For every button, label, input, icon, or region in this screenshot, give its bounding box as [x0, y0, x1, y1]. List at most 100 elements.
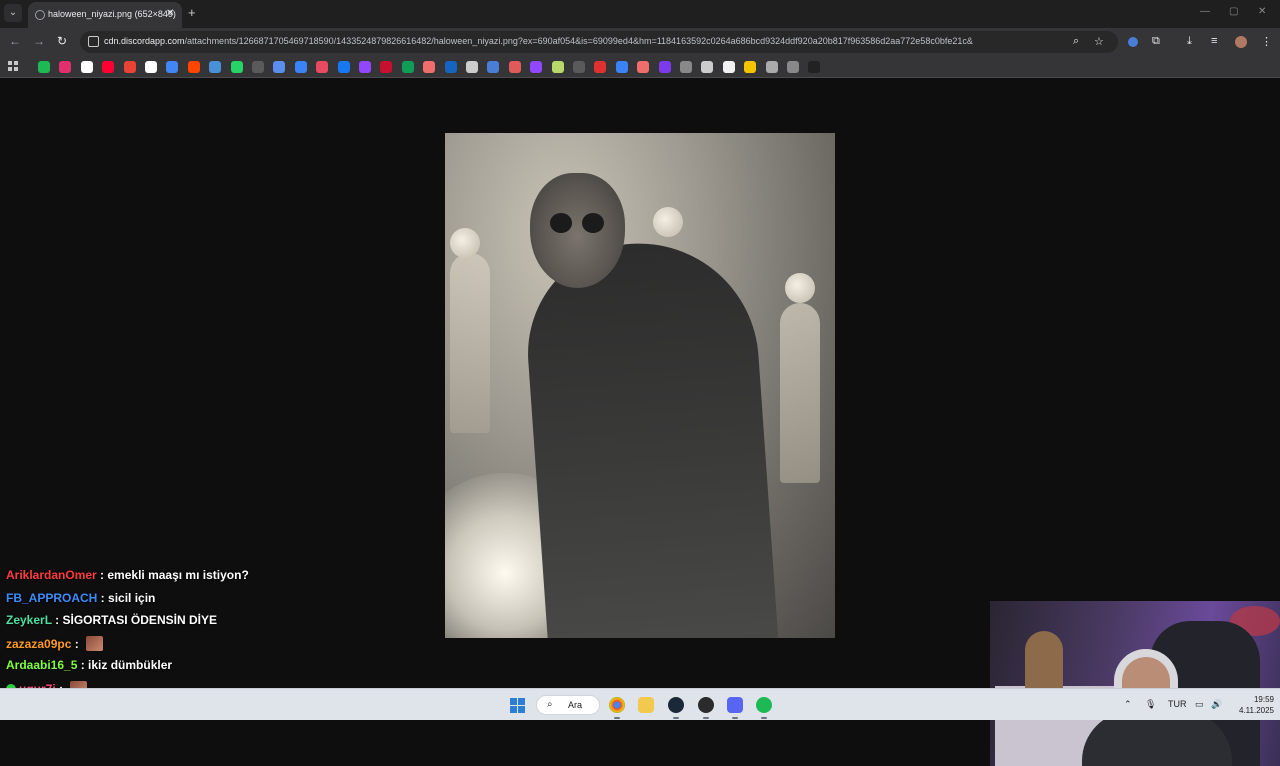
- chat-message: AriklardanOmer : emekli maaşı mı istiyon…: [6, 568, 249, 582]
- url-path: /attachments/1266871705469718590/1433524…: [184, 36, 973, 46]
- close-window-button[interactable]: ✕: [1258, 6, 1266, 17]
- browser-tab-strip: ⌄ haloween_niyazi.png (652×849) ✕ + — ▢ …: [0, 0, 1280, 28]
- clock-date: 4.11.2025: [1239, 706, 1274, 715]
- volume-icon[interactable]: 🔊: [1211, 699, 1222, 710]
- browser-tab-active[interactable]: haloween_niyazi.png (652×849) ✕: [28, 2, 182, 28]
- search-icon: ⌕: [547, 699, 553, 710]
- bookmark-favicon-icon[interactable]: [637, 61, 650, 73]
- download-icon[interactable]: ⤓: [1187, 35, 1192, 48]
- maximize-button[interactable]: ▢: [1229, 6, 1238, 17]
- windows-start-icon[interactable]: [510, 698, 525, 713]
- search-label: Ara: [568, 700, 583, 710]
- bookmark-favicon-icon[interactable]: [359, 61, 371, 73]
- chat-text: SİGORTASI ÖDENSİN DİYE: [62, 613, 217, 627]
- bookmark-favicon-icon[interactable]: [80, 61, 93, 73]
- clock[interactable]: 19:59 4.11.2025: [1230, 694, 1274, 716]
- discord-icon[interactable]: [727, 697, 743, 713]
- image-viewer: [0, 78, 1280, 766]
- input-language[interactable]: TUR: [1168, 699, 1187, 709]
- minimize-button[interactable]: —: [1200, 6, 1210, 17]
- windows-taskbar: ⌕ Ara ⌃ 🎙 TUR ▭ 🔊 19:59 4.11.2025: [0, 688, 1280, 720]
- new-tab-button[interactable]: +: [188, 5, 196, 20]
- apps-grid-icon[interactable]: [8, 61, 19, 72]
- spotify-icon[interactable]: [756, 697, 772, 713]
- bookmark-favicon-icon[interactable]: [102, 61, 115, 73]
- tab-search-button[interactable]: ⌄: [4, 4, 22, 22]
- taskbar-search[interactable]: ⌕ Ara: [536, 695, 600, 715]
- extension-icon[interactable]: [1128, 37, 1138, 47]
- bookmark-favicon-icon[interactable]: [316, 61, 329, 73]
- bookmark-favicon-icon[interactable]: [466, 61, 478, 73]
- steam-icon[interactable]: [668, 697, 684, 713]
- bookmark-favicon-icon[interactable]: [423, 61, 436, 73]
- chat-message: ZeykerL : SİGORTASI ÖDENSİN DİYE: [6, 613, 217, 627]
- tab-title: haloween_niyazi.png (652×849): [48, 9, 176, 19]
- chat-text: emekli maaşı mı istiyon?: [107, 568, 249, 582]
- bookmark-favicon-icon[interactable]: [337, 61, 350, 73]
- chrome-app-icon[interactable]: [609, 697, 625, 713]
- forward-icon[interactable]: →: [33, 34, 45, 48]
- bookmark-favicon-icon[interactable]: [230, 61, 243, 73]
- webcam-overlay: [990, 601, 1280, 766]
- bookmark-favicon-icon[interactable]: [765, 61, 778, 73]
- bookmark-favicon-icon[interactable]: [273, 61, 286, 73]
- url-text[interactable]: cdn.discordapp.com/attachments/126687170…: [104, 36, 973, 46]
- bookmark-favicon-icon[interactable]: [187, 61, 200, 73]
- tray-overflow-icon[interactable]: ⌃: [1124, 699, 1132, 710]
- chat-message: zazaza09pc :: [6, 635, 104, 654]
- bookmark-favicon-icon[interactable]: [38, 61, 50, 73]
- bookmark-favicon-icon[interactable]: [615, 61, 628, 73]
- chat-text: sicil için: [108, 590, 156, 605]
- bookmark-favicon-icon[interactable]: [380, 61, 393, 73]
- bookmark-favicon-icon[interactable]: [508, 61, 521, 73]
- bookmark-favicon-icon[interactable]: [808, 61, 821, 73]
- bookmark-favicon-icon[interactable]: [401, 61, 414, 73]
- menu-kebab-icon[interactable]: ⋮: [1261, 35, 1272, 48]
- bookmark-favicon-icon[interactable]: [166, 61, 179, 73]
- chat-text: ikiz dümbükler: [88, 658, 173, 672]
- tab-close-button[interactable]: ✕: [166, 8, 174, 19]
- bookmark-favicon-icon[interactable]: [744, 61, 757, 73]
- zoom-icon[interactable]: ⌕: [1073, 35, 1079, 48]
- bookmark-favicon-icon[interactable]: [294, 61, 307, 73]
- bookmark-favicon-icon[interactable]: [123, 61, 136, 73]
- bookmark-favicon-icon[interactable]: [787, 61, 799, 73]
- bookmark-favicon-icon[interactable]: [487, 61, 500, 73]
- bookmarks-bar: [0, 56, 1280, 78]
- bookmark-favicon-icon[interactable]: [444, 61, 457, 73]
- halloween-photo[interactable]: [445, 133, 835, 638]
- clock-time: 19:59: [1253, 695, 1274, 704]
- extensions-puzzle-icon[interactable]: ⧉: [1152, 35, 1160, 48]
- bookmark-favicon-icon[interactable]: [701, 61, 714, 73]
- globe-icon: [35, 10, 45, 20]
- chat-username: AriklardanOmer: [6, 568, 97, 582]
- network-icon[interactable]: ▭: [1195, 699, 1204, 710]
- bookmark-favicon-icon[interactable]: [145, 61, 157, 73]
- chat-emote-icon: [86, 635, 104, 651]
- bookmark-favicon-icon[interactable]: [551, 61, 564, 73]
- chat-username: Ardaabi16_5: [6, 658, 78, 672]
- chat-username: ZeykerL: [6, 613, 52, 627]
- profile-avatar[interactable]: [1235, 36, 1247, 48]
- browser-toolbar: ← → ↻ cdn.discordapp.com/attachments/126…: [0, 28, 1280, 56]
- obs-icon[interactable]: [698, 697, 714, 713]
- bookmark-favicon-icon[interactable]: [573, 61, 585, 73]
- bookmark-favicon-icon[interactable]: [680, 61, 692, 73]
- bookmark-favicon-icon[interactable]: [530, 61, 543, 73]
- chat-message: FB_APPROACH : sicil için: [6, 590, 156, 605]
- reload-icon[interactable]: ↻: [57, 34, 67, 48]
- back-icon[interactable]: ←: [9, 34, 21, 48]
- bookmark-favicon-icon[interactable]: [594, 61, 607, 73]
- microphone-icon[interactable]: 🎙: [1145, 699, 1156, 710]
- site-info-icon[interactable]: [88, 36, 99, 47]
- bookmark-favicon-icon[interactable]: [209, 61, 222, 73]
- reading-list-icon[interactable]: ≡: [1211, 35, 1217, 47]
- file-explorer-icon[interactable]: [638, 697, 654, 713]
- bookmark-favicon-icon[interactable]: [252, 61, 264, 73]
- address-bar[interactable]: cdn.discordapp.com/attachments/126687170…: [80, 31, 1118, 53]
- bookmark-favicon-icon[interactable]: [59, 61, 72, 73]
- bookmark-star-icon[interactable]: ☆: [1094, 35, 1104, 48]
- bookmark-favicon-icon[interactable]: [658, 61, 671, 73]
- bookmark-favicon-icon[interactable]: [722, 61, 735, 73]
- chat-message: Ardaabi16_5 : ikiz dümbükler: [6, 658, 173, 672]
